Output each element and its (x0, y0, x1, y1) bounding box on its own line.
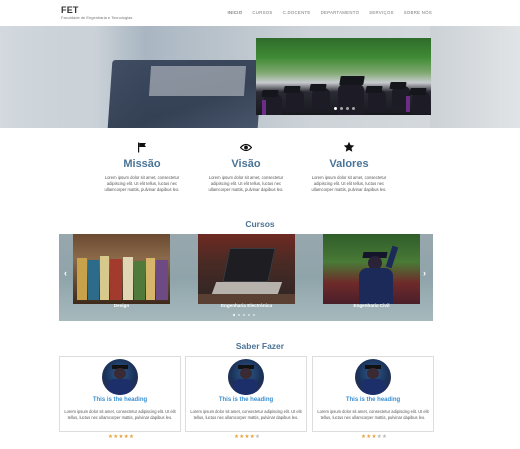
hero-carousel[interactable] (256, 38, 431, 115)
avatar (355, 359, 391, 395)
hero-dot[interactable] (352, 107, 355, 110)
graduation-image (256, 38, 431, 115)
card-heading[interactable]: This is the heading (186, 397, 306, 403)
laptop-image (198, 234, 295, 304)
card-heading[interactable]: This is the heading (313, 397, 433, 403)
star-icon: ★ (254, 434, 261, 440)
card-heading[interactable]: This is the heading (60, 397, 180, 403)
cursos-dot[interactable] (253, 314, 255, 316)
cursos-dot[interactable] (233, 314, 235, 316)
hero-dot[interactable] (346, 107, 349, 110)
hero-background-page (148, 66, 247, 96)
nav-item-departamento[interactable]: DEPARTAMENTO (321, 10, 360, 16)
course-label: Engenharia Electrónica (220, 303, 273, 308)
course-label: Design (113, 303, 130, 308)
star-icon: ★ (128, 434, 135, 440)
feature-title: Visão (231, 158, 261, 170)
profile-card: This is the heading Lorem ipsum dolor si… (312, 356, 434, 432)
saber-fazer-section-title: Saber Fazer (235, 341, 285, 351)
eye-icon (200, 141, 292, 153)
hero-dot[interactable] (340, 107, 343, 110)
books-image (73, 234, 170, 304)
hero-carousel-dots (334, 107, 355, 110)
nav-item-sobre-nos[interactable]: SOBRE NÓS (404, 10, 432, 16)
carousel-next-arrow[interactable]: › (423, 268, 426, 278)
nav-item-inicio[interactable]: INICIO (227, 10, 242, 16)
brand-title[interactable]: FET (61, 5, 132, 15)
cursos-dot[interactable] (248, 314, 250, 316)
brand-subtitle: Faculdade de Engenharia e Tecnologias (61, 15, 133, 20)
star-icon: ★ (381, 434, 388, 440)
main-nav: INICIO CURSOS C.DOCENTE DEPARTAMENTO SER… (227, 10, 432, 16)
star-rating: ★★★★★ (234, 434, 260, 440)
feature-title: Valores (329, 158, 369, 170)
feature-text: Lorem ipsum dolor sit amet, consectetur … (104, 175, 180, 192)
cursos-dot[interactable] (243, 314, 245, 316)
course-label: Engenharia Civil (353, 303, 390, 308)
star-icon (303, 141, 395, 153)
feature-text: Lorem ipsum dolor sit amet, consectetur … (208, 175, 284, 192)
feature-missao: Missão Lorem ipsum dolor sit amet, conse… (96, 141, 188, 193)
course-card-eng-civil[interactable] (323, 234, 420, 304)
course-card-design[interactable] (73, 234, 170, 304)
avatar (102, 359, 138, 395)
hero-background-left (0, 26, 120, 128)
hero-dot[interactable] (334, 107, 337, 110)
hero-banner (0, 26, 520, 128)
avatar (228, 359, 264, 395)
nav-item-cursos[interactable]: CURSOS (252, 10, 272, 16)
card-text: Lorem ipsum dolor sit amet, consectetur … (190, 409, 302, 420)
feature-text: Lorem ipsum dolor sit amet, consectetur … (311, 175, 387, 192)
star-rating: ★★★★★ (108, 434, 134, 440)
nav-item-c-docente[interactable]: C.DOCENTE (283, 10, 311, 16)
profile-card: This is the heading Lorem ipsum dolor si… (59, 356, 181, 432)
card-text: Lorem ipsum dolor sit amet, consectetur … (317, 409, 429, 420)
feature-visao: Visão Lorem ipsum dolor sit amet, consec… (200, 141, 292, 193)
card-text: Lorem ipsum dolor sit amet, consectetur … (64, 409, 176, 420)
feature-title: Missão (123, 158, 161, 170)
cursos-carousel[interactable]: Design Engenharia Electrónica Engenharia… (59, 234, 433, 321)
nav-item-servicos[interactable]: SERVIÇOS (369, 10, 394, 16)
carousel-prev-arrow[interactable]: ‹ (64, 268, 67, 278)
hero-background-right (430, 26, 520, 128)
cursos-section-title: Cursos (245, 219, 275, 229)
cursos-carousel-dots (233, 314, 255, 316)
star-rating: ★★★★★ (361, 434, 387, 440)
feature-valores: Valores Lorem ipsum dolor sit amet, cons… (303, 141, 395, 193)
graduate-image (323, 234, 420, 304)
flag-icon (96, 141, 188, 153)
top-navbar: FET Faculdade de Engenharia e Tecnologia… (0, 0, 520, 26)
course-card-eng-electronica[interactable] (198, 234, 295, 304)
profile-card: This is the heading Lorem ipsum dolor si… (185, 356, 307, 432)
brand-logo[interactable]: FET Faculdade de Engenharia e Tecnologia… (61, 5, 132, 20)
cursos-dot[interactable] (238, 314, 240, 316)
